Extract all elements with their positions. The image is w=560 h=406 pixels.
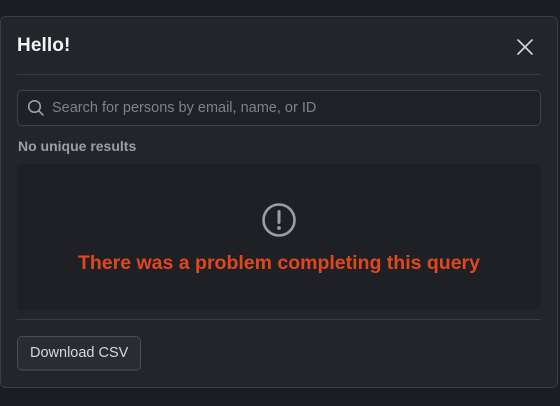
modal-title: Hello!	[17, 35, 71, 56]
error-panel: There was a problem completing this quer…	[17, 164, 541, 310]
persons-modal: Hello! No unique results There was a pro…	[0, 16, 558, 388]
error-message: There was a problem completing this quer…	[77, 252, 480, 274]
close-icon	[517, 39, 533, 55]
search-box[interactable]	[17, 90, 541, 126]
close-button[interactable]	[511, 33, 539, 61]
footer-divider	[17, 319, 541, 320]
exclamation-circle-icon	[262, 203, 296, 237]
modal-header: Hello!	[17, 17, 541, 75]
search-input[interactable]	[52, 91, 532, 125]
results-label: No unique results	[18, 138, 137, 154]
download-csv-button[interactable]: Download CSV	[17, 336, 142, 371]
search-icon	[27, 99, 44, 116]
